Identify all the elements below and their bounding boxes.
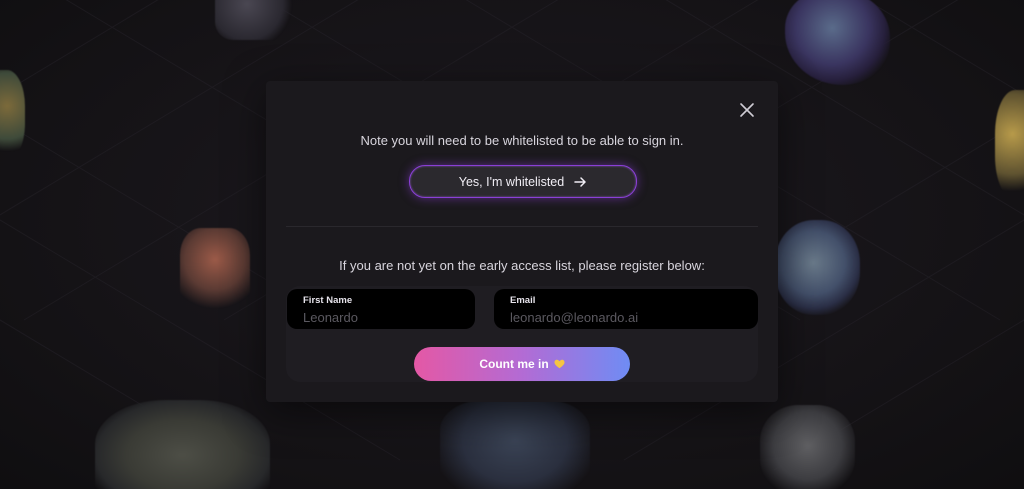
close-button[interactable]: [738, 101, 756, 119]
first-name-input[interactable]: [303, 310, 459, 325]
email-label: Email: [510, 295, 536, 306]
yellow-heart-icon: [554, 359, 565, 369]
first-name-field[interactable]: First Name: [287, 289, 475, 329]
background-grenade-image: [775, 220, 860, 315]
background-shield-image: [440, 400, 590, 489]
count-me-in-label: Count me in: [479, 357, 549, 371]
page-background: Note you will need to be whitelisted to …: [0, 0, 1024, 489]
register-instructions: If you are not yet on the early access l…: [339, 258, 705, 273]
whitelisted-button[interactable]: Yes, I'm whitelisted: [409, 165, 637, 198]
background-barrel-image: [95, 400, 270, 489]
first-name-label: First Name: [303, 295, 353, 306]
email-field[interactable]: Email: [494, 289, 758, 329]
signin-modal: Note you will need to be whitelisted to …: [266, 81, 778, 402]
count-me-in-button[interactable]: Count me in: [414, 347, 630, 381]
background-armor-image: [760, 405, 855, 489]
whitelist-note: Note you will need to be whitelisted to …: [360, 133, 684, 148]
close-icon: [738, 101, 756, 119]
background-axe-image: [180, 228, 250, 318]
divider: [286, 226, 758, 227]
background-statue-image: [995, 90, 1024, 200]
arrow-right-icon: [574, 176, 587, 188]
background-creature-image: [215, 0, 295, 40]
whitelisted-button-label: Yes, I'm whitelisted: [458, 174, 565, 189]
email-input[interactable]: [510, 310, 742, 325]
